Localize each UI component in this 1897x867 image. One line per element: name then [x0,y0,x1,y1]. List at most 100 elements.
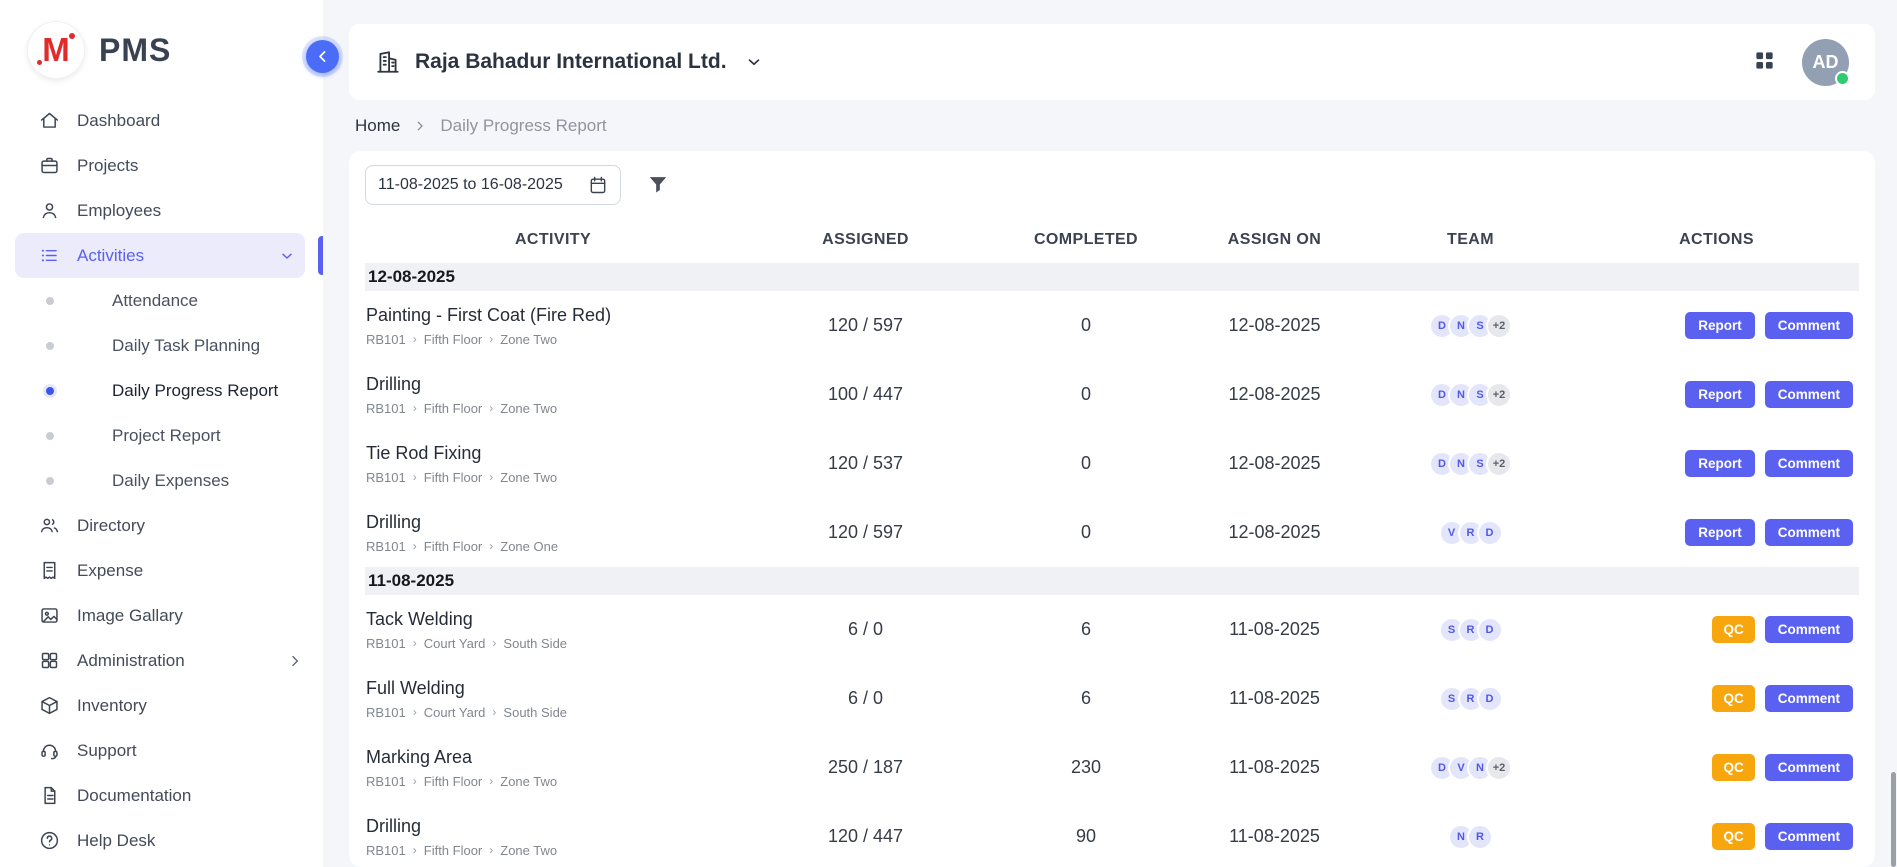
sidebar-item-label: Expense [77,561,303,581]
path-segment: Zone Two [500,470,557,485]
team-more-badge[interactable]: +2 [1486,451,1512,477]
chevron-right-icon: › [492,706,496,718]
activity-title: Painting - First Coat (Fire Red) [366,305,741,326]
sidebar-item-support[interactable]: Support [0,728,323,773]
chevron-right-icon: › [413,775,417,787]
assign-on-value: 11-08-2025 [1182,826,1367,847]
activity-title: Full Welding [366,678,741,699]
comment-button[interactable]: Comment [1765,312,1853,339]
activity-title: Drilling [366,816,741,837]
row-actions: QC Comment [1574,754,1859,781]
activity-title: Marking Area [366,747,741,768]
report-button[interactable]: Report [1685,450,1755,477]
report-button[interactable]: Report [1685,312,1755,339]
sidebar-item-directory[interactable]: Directory [0,503,323,548]
team-more-badge[interactable]: +2 [1486,755,1512,781]
documentation-icon [38,785,60,807]
sidebar-item-help-desk[interactable]: Help Desk [0,818,323,863]
row-actions: QC Comment [1574,685,1859,712]
column-header-assigned: ASSIGNED [741,231,990,249]
path-segment: South Side [503,636,567,651]
date-range-input[interactable]: 11-08-2025 to 16-08-2025 [365,165,621,205]
team-avatar[interactable]: D [1477,686,1503,712]
team-avatars: DNS+2 [1367,382,1574,408]
scrollbar-thumb[interactable] [1891,772,1896,867]
app-logo: M [28,22,84,78]
qc-button[interactable]: QC [1712,616,1754,643]
chevron-right-icon: › [413,471,417,483]
sidebar-subitem-daily-expenses[interactable]: Daily Expenses [0,458,323,503]
sidebar-item-employees[interactable]: Employees [0,188,323,233]
sidebar-subitem-daily-task-planning[interactable]: Daily Task Planning [0,323,323,368]
inventory-icon [38,695,60,717]
table-row: Drilling RB101›Fifth Floor›Zone Two 100 … [365,360,1859,429]
path-segment: Zone Two [500,843,557,858]
row-actions: Report Comment [1574,519,1859,546]
breadcrumb-current: Daily Progress Report [440,116,606,136]
team-avatar[interactable]: R [1467,824,1493,850]
assigned-value: 250 / 187 [741,757,990,778]
report-button[interactable]: Report [1685,381,1755,408]
report-button[interactable]: Report [1685,519,1755,546]
qc-button[interactable]: QC [1712,754,1754,781]
chevron-right-icon: › [413,844,417,856]
sidebar-item-image-gallary[interactable]: Image Gallary [0,593,323,638]
chevron-right-icon: › [413,706,417,718]
sidebar-item-activities[interactable]: Activities [15,233,305,278]
path-segment: South Side [503,705,567,720]
team-avatar[interactable]: D [1477,520,1503,546]
activity-path: RB101›Fifth Floor›Zone Two [366,332,741,347]
team-more-badge[interactable]: +2 [1486,313,1512,339]
sidebar-item-label: Administration [77,651,270,671]
path-segment: RB101 [366,401,406,416]
team-avatars: NR [1367,824,1574,850]
app-root: M PMS Dashboard Projects Employees Activ… [0,0,1897,867]
date-group-row: 12-08-2025 [365,263,1859,291]
path-segment: Zone Two [500,774,557,789]
sidebar-item-dashboard[interactable]: Dashboard [0,98,323,143]
comment-button[interactable]: Comment [1765,754,1853,781]
employees-icon [38,200,60,222]
breadcrumb-home[interactable]: Home [355,116,400,136]
comment-button[interactable]: Comment [1765,616,1853,643]
sidebar-item-inventory[interactable]: Inventory [0,683,323,728]
path-segment: Fifth Floor [424,470,483,485]
activity-cell: Drilling RB101›Fifth Floor›Zone One [365,512,741,554]
sidebar-item-documentation[interactable]: Documentation [0,773,323,818]
team-more-badge[interactable]: +2 [1486,382,1512,408]
qc-button[interactable]: QC [1712,823,1754,850]
assign-on-value: 12-08-2025 [1182,522,1367,543]
path-segment: RB101 [366,539,406,554]
sidebar-item-projects[interactable]: Projects [0,143,323,188]
team-avatar[interactable]: D [1477,617,1503,643]
comment-button[interactable]: Comment [1765,823,1853,850]
filter-row: 11-08-2025 to 16-08-2025 [365,165,1859,205]
assigned-value: 6 / 0 [741,688,990,709]
sidebar-item-expense[interactable]: Expense [0,548,323,593]
user-avatar[interactable]: AD [1802,39,1849,86]
sidebar-subitem-daily-progress-report[interactable]: Daily Progress Report [0,368,323,413]
sidebar-subitem-label: Daily Progress Report [112,381,278,401]
sidebar-item-label: Inventory [77,696,303,716]
table-row: Drilling RB101›Fifth Floor›Zone One 120 … [365,498,1859,567]
comment-button[interactable]: Comment [1765,519,1853,546]
path-segment: RB101 [366,636,406,651]
sidebar-item-label: Employees [77,201,303,221]
apps-grid-icon[interactable] [1753,49,1776,75]
comment-button[interactable]: Comment [1765,685,1853,712]
topbar-right: AD [1753,39,1849,86]
comment-button[interactable]: Comment [1765,450,1853,477]
comment-button[interactable]: Comment [1765,381,1853,408]
sidebar-collapse-button[interactable] [306,40,339,73]
sidebar-subitem-project-report[interactable]: Project Report [0,413,323,458]
path-segment: Fifth Floor [424,332,483,347]
qc-button[interactable]: QC [1712,685,1754,712]
sidebar-subitem-attendance[interactable]: Attendance [0,278,323,323]
path-segment: RB101 [366,774,406,789]
sidebar-item-administration[interactable]: Administration [0,638,323,683]
filter-funnel-icon[interactable] [647,173,669,198]
company-selector[interactable]: Raja Bahadur International Ltd. [375,49,763,75]
activity-path: RB101›Fifth Floor›Zone Two [366,401,741,416]
completed-value: 0 [990,453,1182,474]
directory-icon [38,515,60,537]
